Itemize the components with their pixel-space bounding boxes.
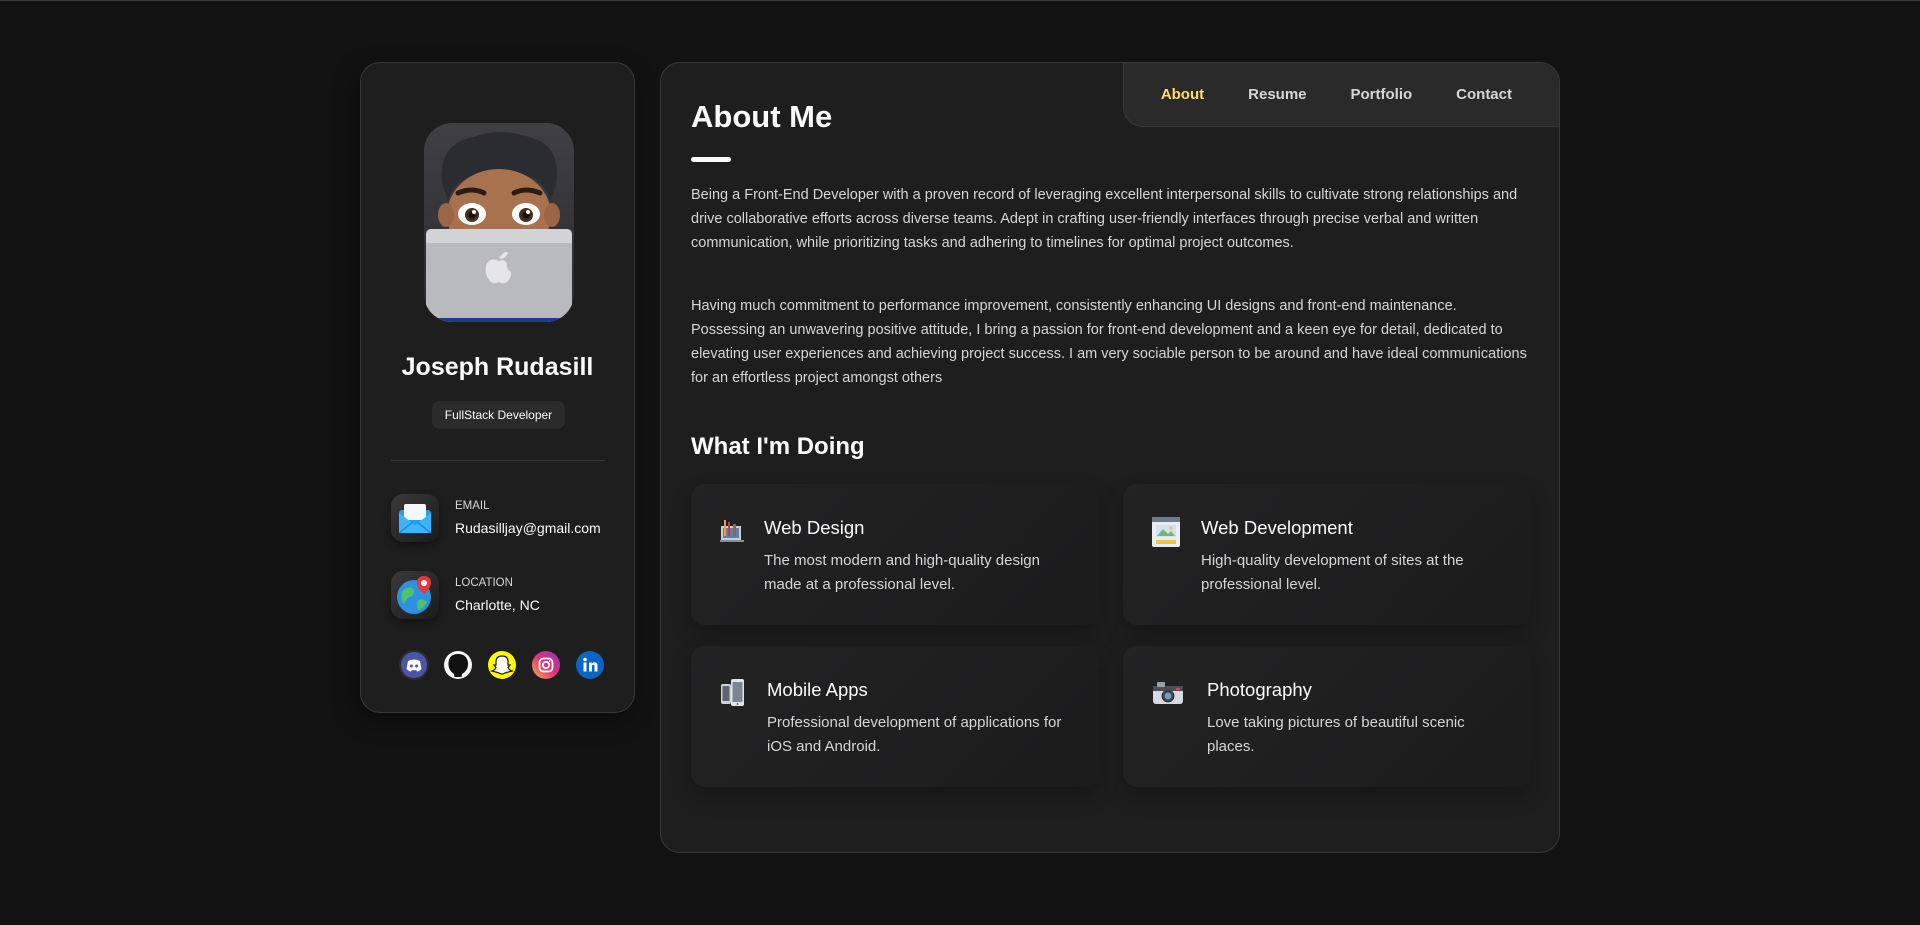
service-text: The most modern and high-quality design …	[764, 552, 1040, 593]
service-text: Love taking pictures of beautiful scenic…	[1207, 714, 1465, 755]
about-paragraph-2: Having much commitment to performance im…	[691, 298, 1527, 386]
location-value: Charlotte, NC	[455, 597, 540, 613]
email-value[interactable]: Rudasilljay@gmail.com	[455, 520, 601, 536]
nav-about[interactable]: About	[1161, 86, 1204, 103]
social-links	[399, 650, 605, 680]
service-title: Photography	[1207, 679, 1312, 700]
contact-location: LOCATION Charlotte, NC	[391, 571, 605, 619]
envelope-icon	[391, 494, 439, 542]
discord-icon[interactable]	[399, 650, 429, 680]
service-text: High-quality development of sites at the…	[1201, 552, 1464, 593]
nav-contact[interactable]: Contact	[1456, 86, 1512, 103]
service-text: Professional development of applications…	[767, 714, 1062, 755]
nav-resume[interactable]: Resume	[1248, 86, 1306, 103]
page-title: About Me	[691, 99, 833, 134]
linkedin-icon[interactable]	[575, 650, 605, 680]
service-card-web-design: Web Design The most modern and high-qual…	[691, 484, 1099, 625]
main-content: About Resume Portfolio Contact About Me …	[660, 62, 1560, 853]
email-label: EMAIL	[455, 500, 490, 512]
code-window-icon	[1151, 516, 1181, 547]
service-title: Web Design	[764, 517, 865, 538]
globe-pin-icon	[391, 571, 439, 619]
profile-title-badge: FullStack Developer	[432, 401, 565, 429]
title-underline	[691, 157, 731, 162]
service-title: Mobile Apps	[767, 679, 868, 700]
service-card-photography: Photography Love taking pictures of beau…	[1123, 646, 1531, 787]
service-card-mobile-apps: Mobile Apps Professional development of …	[691, 646, 1099, 787]
location-label: LOCATION	[455, 577, 513, 589]
camera-icon	[1151, 678, 1185, 708]
separator	[391, 460, 605, 461]
instagram-icon[interactable]	[531, 650, 561, 680]
github-icon[interactable]	[443, 650, 473, 680]
navbar: About Resume Portfolio Contact	[1123, 63, 1559, 127]
services-title: What I'm Doing	[691, 433, 865, 460]
service-title: Web Development	[1201, 517, 1353, 538]
about-paragraph-1: Being a Front-End Developer with a prove…	[691, 187, 1518, 251]
profile-sidebar: Joseph Rudasill FullStack Developer EMAI…	[360, 62, 635, 713]
mobile-devices-icon	[719, 678, 745, 708]
avatar	[424, 123, 574, 322]
service-card-web-development: Web Development High-quality development…	[1123, 484, 1531, 625]
profile-name: Joseph Rudasill	[401, 353, 594, 381]
nav-portfolio[interactable]: Portfolio	[1351, 86, 1413, 103]
design-tools-icon	[719, 516, 745, 546]
contact-email: EMAIL Rudasilljay@gmail.com	[391, 494, 605, 542]
snapchat-icon[interactable]	[487, 650, 517, 680]
